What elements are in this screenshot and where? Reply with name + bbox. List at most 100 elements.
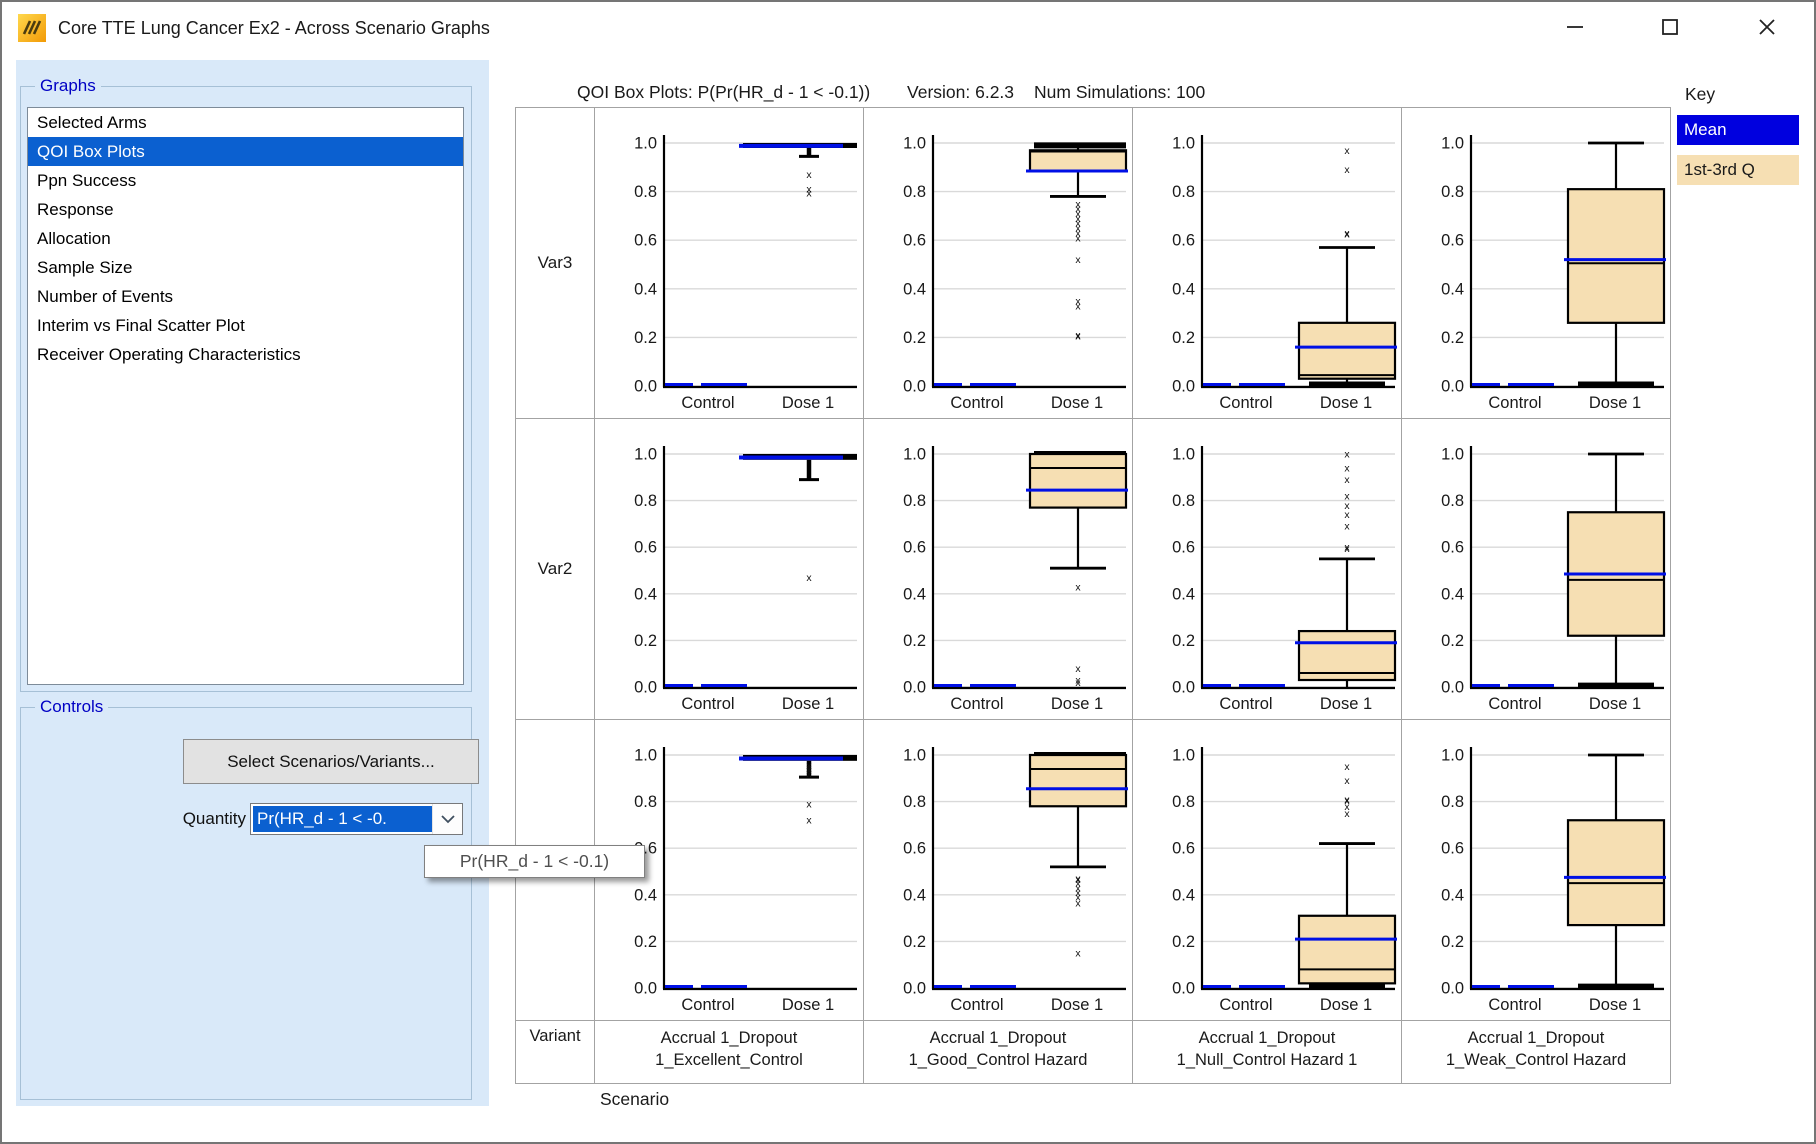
svg-text:Dose 1: Dose 1 <box>1051 695 1103 713</box>
svg-text:0.0: 0.0 <box>1441 980 1464 998</box>
svg-text:0.0: 0.0 <box>903 679 926 697</box>
svg-text:x: x <box>1075 948 1081 960</box>
boxplot-grid: Var30.00.20.40.60.81.0ControlDose 1xxx0.… <box>515 107 1671 1084</box>
quantity-tooltip: Pr(HR_d - 1 < -0.1) <box>424 845 645 878</box>
svg-text:0.4: 0.4 <box>1172 886 1195 904</box>
quantity-combobox-value: Pr(HR_d - 1 < -0. <box>253 806 432 832</box>
svg-text:x: x <box>806 187 812 199</box>
close-button[interactable] <box>1738 4 1796 50</box>
svg-text:x: x <box>1344 449 1350 461</box>
svg-text:0.6: 0.6 <box>634 539 657 557</box>
svg-text:1.0: 1.0 <box>634 135 657 153</box>
select-scenarios-variants-button[interactable]: Select Scenarios/Variants... <box>183 739 479 784</box>
controls-groupbox-title: Controls <box>35 697 108 717</box>
svg-text:0.0: 0.0 <box>1441 378 1464 396</box>
svg-text:0.2: 0.2 <box>634 933 657 951</box>
svg-text:0.6: 0.6 <box>903 539 926 557</box>
svg-text:0.2: 0.2 <box>1441 933 1464 951</box>
svg-text:0.4: 0.4 <box>903 280 926 298</box>
svg-text:0.6: 0.6 <box>1172 232 1195 250</box>
graphs-list[interactable]: Selected ArmsQOI Box PlotsPpn SuccessRes… <box>27 107 464 685</box>
svg-text:0.2: 0.2 <box>903 329 926 347</box>
graphs-list-item[interactable]: Number of Events <box>28 282 463 311</box>
svg-text:x: x <box>806 572 812 584</box>
graphs-list-item[interactable]: Ppn Success <box>28 166 463 195</box>
svg-text:Control: Control <box>681 394 734 412</box>
svg-text:x: x <box>1344 509 1350 521</box>
svg-text:Control: Control <box>681 996 734 1014</box>
quantity-label: Quantity <box>116 803 246 835</box>
svg-text:x: x <box>806 169 812 181</box>
graphs-list-item[interactable]: Sample Size <box>28 253 463 282</box>
window-title: Core TTE Lung Cancer Ex2 - Across Scenar… <box>58 2 490 54</box>
svg-text:Control: Control <box>1488 695 1541 713</box>
svg-text:0.6: 0.6 <box>1172 840 1195 858</box>
svg-text:x: x <box>1075 232 1081 244</box>
svg-text:1.0: 1.0 <box>903 446 926 464</box>
svg-text:0.2: 0.2 <box>1172 329 1195 347</box>
svg-text:1.0: 1.0 <box>1172 446 1195 464</box>
boxplot-panel-var2-col3: 0.00.20.40.60.81.0ControlDose 1xxxxxxxxx <box>1133 419 1401 719</box>
graphs-list-item[interactable]: Interim vs Final Scatter Plot <box>28 311 463 340</box>
svg-text:x: x <box>806 798 812 810</box>
svg-text:Control: Control <box>950 996 1003 1014</box>
svg-text:x: x <box>1344 521 1350 533</box>
minimize-button[interactable] <box>1546 4 1604 50</box>
svg-text:x: x <box>1344 808 1350 820</box>
svg-text:0.0: 0.0 <box>903 378 926 396</box>
svg-text:x: x <box>1344 229 1350 241</box>
app-window: Core TTE Lung Cancer Ex2 - Across Scenar… <box>0 0 1816 1144</box>
svg-text:x: x <box>1075 331 1081 343</box>
close-icon <box>1756 16 1778 38</box>
svg-text:0.2: 0.2 <box>634 632 657 650</box>
svg-text:Dose 1: Dose 1 <box>1320 695 1372 713</box>
graphs-list-item[interactable]: Receiver Operating Characteristics <box>28 340 463 369</box>
graphs-list-item[interactable]: Response <box>28 195 463 224</box>
svg-text:0.8: 0.8 <box>1172 793 1195 811</box>
svg-text:Dose 1: Dose 1 <box>782 394 834 412</box>
svg-text:x: x <box>1344 145 1350 157</box>
svg-text:Dose 1: Dose 1 <box>1589 996 1641 1014</box>
svg-text:0.4: 0.4 <box>634 585 657 603</box>
svg-text:x: x <box>1075 897 1081 909</box>
plot-title: QOI Box Plots: P(Pr(HR_d - 1 < -0.1)) <box>577 82 870 103</box>
svg-text:0.4: 0.4 <box>1441 585 1464 603</box>
svg-text:0.0: 0.0 <box>634 378 657 396</box>
key-quartile-badge: 1st-3rd Q <box>1677 155 1799 185</box>
svg-text:1.0: 1.0 <box>1172 135 1195 153</box>
scenario-label-col4: Accrual 1_Dropout1_Weak_Control Hazard <box>1402 1021 1670 1083</box>
graphs-list-item[interactable]: QOI Box Plots <box>28 137 463 166</box>
graphs-list-item[interactable]: Selected Arms <box>28 108 463 137</box>
svg-text:1.0: 1.0 <box>1172 747 1195 765</box>
svg-text:0.6: 0.6 <box>903 232 926 250</box>
svg-text:0.2: 0.2 <box>1441 632 1464 650</box>
svg-text:Control: Control <box>950 695 1003 713</box>
svg-text:0.0: 0.0 <box>1172 378 1195 396</box>
row-label-var3: Var3 <box>516 108 594 418</box>
chevron-down-icon[interactable] <box>432 804 462 834</box>
svg-text:Dose 1: Dose 1 <box>782 996 834 1014</box>
maximize-button[interactable] <box>1641 4 1699 50</box>
svg-text:0.4: 0.4 <box>903 585 926 603</box>
graphs-groupbox: Graphs Selected ArmsQOI Box PlotsPpn Suc… <box>20 86 472 692</box>
app-logo-icon <box>18 14 46 42</box>
variant-corner-label: Variant <box>516 1021 594 1083</box>
svg-text:0.0: 0.0 <box>634 679 657 697</box>
svg-text:1.0: 1.0 <box>903 747 926 765</box>
svg-text:0.2: 0.2 <box>634 329 657 347</box>
svg-text:0.0: 0.0 <box>1172 980 1195 998</box>
svg-text:Control: Control <box>1219 394 1272 412</box>
quantity-combobox[interactable]: Pr(HR_d - 1 < -0. <box>250 803 463 835</box>
svg-text:0.8: 0.8 <box>1441 492 1464 510</box>
svg-text:1.0: 1.0 <box>1441 446 1464 464</box>
scenario-label-col1: Accrual 1_Dropout1_Excellent_Control <box>595 1021 863 1083</box>
minimize-icon <box>1564 16 1586 38</box>
svg-text:0.8: 0.8 <box>1441 183 1464 201</box>
graphs-list-item[interactable]: Allocation <box>28 224 463 253</box>
svg-text:x: x <box>1075 254 1081 266</box>
svg-text:Dose 1: Dose 1 <box>1589 695 1641 713</box>
num-simulations-label: Num Simulations: 100 <box>1034 82 1205 102</box>
svg-text:0.6: 0.6 <box>1441 232 1464 250</box>
svg-text:0.8: 0.8 <box>634 793 657 811</box>
svg-text:0.2: 0.2 <box>903 632 926 650</box>
